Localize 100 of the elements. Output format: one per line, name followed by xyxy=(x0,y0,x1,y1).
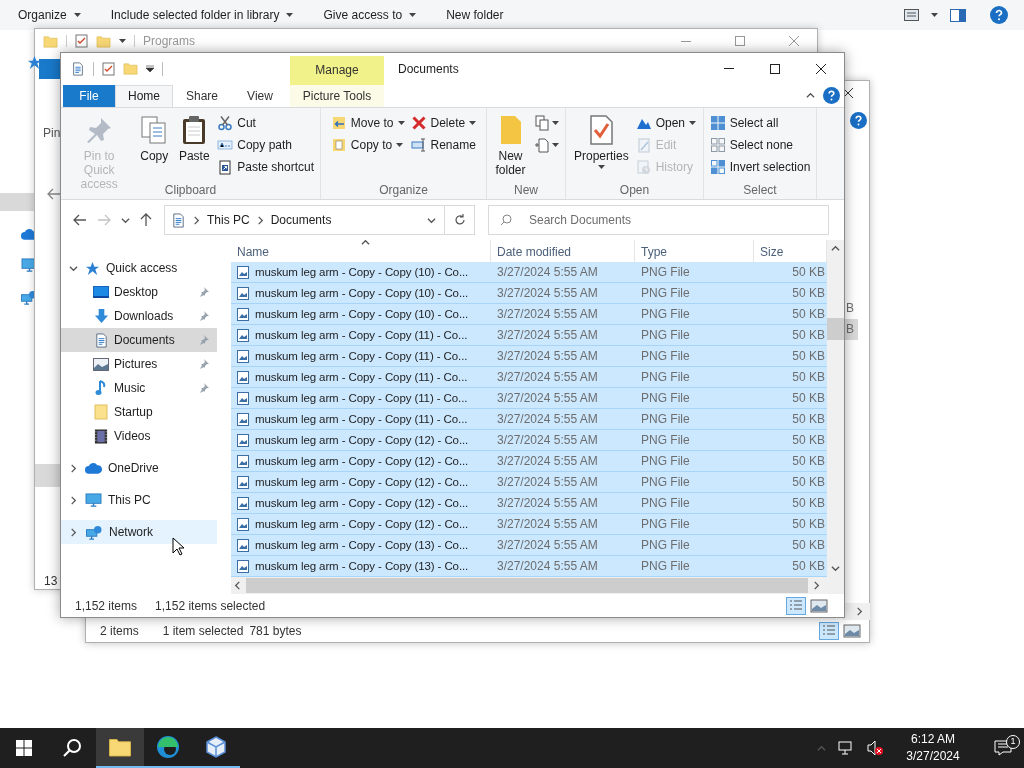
nav-item[interactable]: OneDrive xyxy=(61,456,217,481)
clock[interactable]: 6:12 AM 3/27/2024 xyxy=(896,731,970,765)
file-row[interactable]: muskum leg arm - Copy - Copy (13) - Co... 3/27/2024 5:55 AM PNG File 50 KB xyxy=(231,556,827,578)
nav-item[interactable]: Downloads xyxy=(61,304,217,329)
breadcrumb[interactable]: Documents xyxy=(270,211,332,230)
file-date: 3/27/2024 5:55 AM xyxy=(496,264,599,282)
file-row[interactable]: muskum leg arm - Copy - Copy (12) - Co... 3/27/2024 5:55 AM PNG File 50 KB xyxy=(231,514,827,536)
file-date: 3/27/2024 5:55 AM xyxy=(496,411,599,429)
up-icon[interactable] xyxy=(140,213,152,228)
separator-icon xyxy=(255,215,265,225)
toolbar-button[interactable]: Organize xyxy=(18,6,81,24)
nav-item[interactable]: Desktop xyxy=(61,280,217,305)
ribbon-button[interactable]: Rename xyxy=(408,133,479,156)
breadcrumb[interactable]: This PC xyxy=(207,211,250,230)
nav-item[interactable]: Pictures xyxy=(61,352,217,377)
nav-item[interactable]: Music xyxy=(61,376,217,401)
file-size: 50 KB xyxy=(791,558,826,576)
ribbon-button[interactable]: New folder xyxy=(491,111,530,177)
ribbon-button[interactable]: Cut xyxy=(215,111,316,134)
nav-item[interactable]: Startup xyxy=(61,400,217,425)
nav-item[interactable]: This PC xyxy=(61,488,217,513)
preview-pane-icon[interactable] xyxy=(950,8,966,22)
caret-icon xyxy=(73,13,81,17)
file-row[interactable]: muskum leg arm - Copy - Copy (12) - Co... 3/27/2024 5:55 AM PNG File 50 KB xyxy=(231,493,827,515)
scroll-right-icon xyxy=(812,581,821,591)
file-name: muskum leg arm - Copy - Copy (11) - Co... xyxy=(255,369,468,385)
file-row[interactable]: muskum leg arm - Copy - Copy (10) - Co... 3/27/2024 5:55 AM PNG File 50 KB xyxy=(231,304,827,326)
nav-item[interactable]: Network xyxy=(61,520,217,545)
toolbar-button[interactable]: New folder xyxy=(446,6,504,24)
help-icon[interactable] xyxy=(823,87,840,105)
film-icon xyxy=(94,428,108,444)
group-label: New xyxy=(514,181,538,198)
ribbon-button[interactable]: Paste shortcut xyxy=(215,155,316,178)
down-arrow-icon xyxy=(93,308,109,324)
toolbar-button[interactable]: Include selected folder in library xyxy=(110,6,294,24)
ribbon-button[interactable]: Invert selection xyxy=(707,155,813,178)
help-icon[interactable] xyxy=(990,6,1008,24)
customize-icon[interactable] xyxy=(146,64,154,73)
nav-item[interactable]: Documents xyxy=(61,328,217,353)
document-icon xyxy=(71,61,85,76)
file-row[interactable]: muskum leg arm - Copy - Copy (12) - Co... 3/27/2024 5:55 AM PNG File 50 KB xyxy=(231,472,827,494)
file-size: 50 KB xyxy=(791,390,826,408)
file-row[interactable]: muskum leg arm - Copy - Copy (11) - Co... 3/27/2024 5:55 AM PNG File 50 KB xyxy=(231,325,827,347)
ribbon-button[interactable]: Open xyxy=(633,111,699,134)
ribbon-button[interactable]: Delete xyxy=(408,111,479,134)
file-row[interactable]: muskum leg arm - Copy - Copy (13) - Co... 3/27/2024 5:55 AM PNG File 50 KB xyxy=(231,535,827,557)
ribbon-button[interactable]: Select none xyxy=(707,133,813,156)
view-icon[interactable] xyxy=(904,9,919,21)
new-item-icon xyxy=(534,114,550,131)
image-file-icon xyxy=(237,328,249,342)
ribbon-button[interactable]: Select all xyxy=(707,111,813,134)
network-icon[interactable] xyxy=(838,740,854,756)
file-row[interactable]: muskum leg arm - Copy - Copy (11) - Co... 3/27/2024 5:55 AM PNG File 50 KB xyxy=(231,367,827,389)
preview-view-icon[interactable] xyxy=(810,598,828,613)
taskbar-app[interactable] xyxy=(96,728,144,768)
muted-speaker-icon[interactable] xyxy=(866,740,884,756)
ribbon-tab[interactable]: Share xyxy=(173,84,231,107)
ribbon-button[interactable]: Paste xyxy=(175,111,214,163)
ribbon-button[interactable]: Move to xyxy=(328,111,407,134)
file-tab[interactable] xyxy=(39,59,63,79)
ribbon-tab[interactable]: Home xyxy=(115,84,173,107)
file-row[interactable]: muskum leg arm - Copy - Copy (12) - Co... 3/27/2024 5:55 AM PNG File 50 KB xyxy=(231,430,827,452)
nav-item[interactable]: Videos xyxy=(61,424,217,449)
horizontal-scrollbar[interactable] xyxy=(231,577,844,595)
ribbon-button[interactable]: Copy path xyxy=(215,133,316,156)
toolbar-button[interactable]: Give access to xyxy=(323,6,417,24)
details-view-icon[interactable] xyxy=(786,596,806,615)
scroll-thumb[interactable] xyxy=(246,578,808,594)
back-icon[interactable] xyxy=(73,214,87,227)
back-icon[interactable] xyxy=(47,188,61,200)
scroll-thumb[interactable] xyxy=(827,318,844,341)
preview-view-icon[interactable] xyxy=(843,623,861,638)
file-row[interactable]: muskum leg arm - Copy - Copy (11) - Co... 3/27/2024 5:55 AM PNG File 50 KB xyxy=(231,388,827,410)
ribbon-button[interactable]: Properties xyxy=(570,111,632,169)
cursor-icon xyxy=(172,537,184,556)
dropdown-icon xyxy=(427,215,436,225)
close-icon[interactable] xyxy=(815,62,827,75)
nav-item[interactable]: Quick access xyxy=(61,256,217,281)
close-icon[interactable] xyxy=(842,87,854,99)
file-row[interactable]: muskum leg arm - Copy - Copy (11) - Co... 3/27/2024 5:55 AM PNG File 50 KB xyxy=(231,346,827,368)
ribbon-button[interactable]: Copy xyxy=(135,111,174,163)
file-name: muskum leg arm - Copy - Copy (10) - Co... xyxy=(255,264,469,280)
ribbon-tab[interactable]: File xyxy=(63,84,115,107)
ribbon-tab[interactable]: Picture Tools xyxy=(290,84,384,107)
file-row[interactable]: muskum leg arm - Copy - Copy (12) - Co... 3/27/2024 5:55 AM PNG File 50 KB xyxy=(231,451,827,473)
file-date: 3/27/2024 5:55 AM xyxy=(496,369,599,387)
status-text: 2 items xyxy=(100,622,139,640)
address-bar[interactable]: This PC Documents xyxy=(164,205,475,236)
music-note-icon xyxy=(95,380,107,397)
ribbon-tab[interactable]: View xyxy=(231,84,289,107)
help-icon[interactable] xyxy=(850,112,867,129)
vertical-scrollbar[interactable] xyxy=(827,240,844,578)
file-row[interactable]: muskum leg arm - Copy - Copy (10) - Co... 3/27/2024 5:55 AM PNG File 50 KB xyxy=(231,262,827,284)
ribbon-button[interactable]: Copy to xyxy=(328,133,407,156)
file-type: PNG File xyxy=(640,327,691,345)
file-size: 50 KB xyxy=(791,369,826,387)
file-row[interactable]: muskum leg arm - Copy - Copy (10) - Co... 3/27/2024 5:55 AM PNG File 50 KB xyxy=(231,283,827,305)
search-field[interactable]: Search Documents xyxy=(488,205,829,236)
notification-button[interactable]: 1 xyxy=(982,728,1024,768)
file-row[interactable]: muskum leg arm - Copy - Copy (11) - Co... 3/27/2024 5:55 AM PNG File 50 KB xyxy=(231,409,827,431)
